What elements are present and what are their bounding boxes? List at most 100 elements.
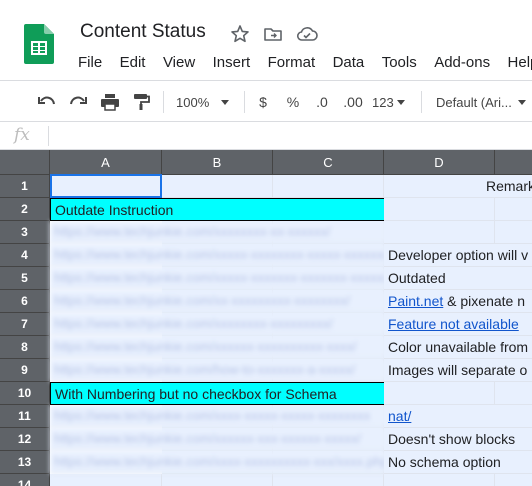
cell-a[interactable]: [50, 175, 162, 198]
row-header[interactable]: 4: [0, 244, 50, 267]
formula-input[interactable]: [54, 126, 524, 146]
font-select[interactable]: Default (Ari...: [436, 92, 532, 112]
fx-icon: fx: [14, 125, 30, 145]
star-icon[interactable]: [230, 24, 250, 44]
paint-format-icon[interactable]: [130, 92, 152, 112]
redo-icon[interactable]: [67, 92, 89, 112]
menu-insert[interactable]: Insert: [213, 54, 251, 71]
cloud-saved-icon[interactable]: [296, 24, 318, 44]
undo-icon[interactable]: [36, 92, 58, 112]
row-header[interactable]: 12: [0, 428, 50, 451]
column-header-d[interactable]: D: [384, 150, 495, 175]
cell-e[interactable]: [495, 221, 532, 244]
font-value: Default (Ari...: [436, 94, 512, 110]
cell-d[interactable]: Feature not available: [384, 313, 532, 336]
cell-a[interactable]: https://www.techjunkie.com/xxxx-xxxxx-xx…: [50, 405, 387, 428]
decrease-decimals-label: .0: [316, 94, 328, 110]
cell-d[interactable]: No schema option: [384, 451, 532, 474]
cell-d[interactable]: Images will separate o: [384, 359, 532, 382]
toolbar-separator: [421, 91, 422, 113]
cell-a[interactable]: https://www.techjunkie.com/xxxxxx-xxxxxx…: [50, 336, 387, 359]
chevron-down-icon: [396, 99, 405, 105]
cell-e[interactable]: [495, 382, 532, 405]
cell-b[interactable]: [162, 175, 273, 198]
cell-d[interactable]: Developer option will v: [384, 244, 532, 267]
row-header[interactable]: 6: [0, 290, 50, 313]
row-header[interactable]: 10: [0, 382, 50, 405]
cell-d[interactable]: Remarks: [384, 175, 532, 198]
cell-link[interactable]: Paint.net: [388, 293, 443, 309]
cell-text: & pixenate n: [443, 293, 525, 309]
cell-a[interactable]: https://www.techjunkie.com/xxxx-xxxxxxxx…: [50, 451, 387, 474]
column-header-c[interactable]: C: [273, 150, 384, 175]
currency-format-button[interactable]: $: [256, 92, 270, 112]
menu-edit[interactable]: Edit: [120, 54, 146, 71]
row-header[interactable]: 2: [0, 198, 50, 221]
row-header[interactable]: 7: [0, 313, 50, 336]
cell-link[interactable]: nat/: [388, 408, 411, 424]
toolbar: 100% $ % .0 .00 123 Default (Ari...: [0, 80, 532, 122]
spreadsheet-grid: ABCD1Remarks2Outdate Instruction3https:/…: [0, 150, 532, 486]
cell-a[interactable]: https://www.techjunkie.com/xxxxx-xxxxxxx…: [50, 244, 387, 267]
document-title[interactable]: Content Status: [80, 21, 206, 43]
cell-link[interactable]: Feature not available: [388, 316, 519, 332]
chevron-down-icon: [221, 99, 230, 105]
column-header-a[interactable]: A: [50, 150, 162, 175]
cell-d[interactable]: Doesn't show blocks: [384, 428, 532, 451]
print-icon[interactable]: [99, 92, 121, 112]
menu-add-ons[interactable]: Add-ons: [434, 54, 490, 71]
cell-a[interactable]: https://www.techjunkie.com/xx-xxxxxxxxx-…: [50, 290, 387, 313]
menu-data[interactable]: Data: [333, 54, 365, 71]
increase-decimals-label: .00: [343, 94, 363, 110]
menu-bar: File Edit View Insert Format Data Tools …: [78, 54, 532, 74]
row-header[interactable]: 5: [0, 267, 50, 290]
formula-bar: fx: [0, 122, 532, 150]
column-header-e[interactable]: [495, 150, 532, 175]
menu-file[interactable]: File: [78, 54, 102, 71]
cell-a[interactable]: Outdate Instruction: [50, 198, 385, 221]
cell-d[interactable]: [384, 382, 495, 405]
row-header[interactable]: 1: [0, 175, 50, 198]
menu-view[interactable]: View: [163, 54, 195, 71]
cell-a[interactable]: https://www.techjunkie.com/xxxxx-xxxxxxx…: [50, 267, 387, 290]
sheets-logo-icon[interactable]: [24, 24, 54, 64]
cell-d[interactable]: Outdated: [384, 267, 532, 290]
cell-d[interactable]: Paint.net & pixenate n: [384, 290, 532, 313]
cell-a[interactable]: With Numbering but no checkbox for Schem…: [50, 382, 385, 405]
cell-d[interactable]: Color unavailable from: [384, 336, 532, 359]
row-header[interactable]: 3: [0, 221, 50, 244]
cell-a[interactable]: https://www.techjunkie.com/xxxxxx-xxx-xx…: [50, 428, 387, 451]
row-header[interactable]: 8: [0, 336, 50, 359]
cell-e[interactable]: [495, 474, 532, 486]
cell-d[interactable]: [384, 198, 495, 221]
cell-d[interactable]: nat/: [384, 405, 532, 428]
title-bar: Content Status File Edit View Insert For…: [0, 0, 532, 80]
cell-a[interactable]: [50, 474, 162, 486]
cell-a[interactable]: https://www.techjunkie.com/xxxxxxxx-xx-x…: [50, 221, 387, 244]
row-header[interactable]: 11: [0, 405, 50, 428]
cell-c[interactable]: [273, 474, 384, 486]
zoom-value: 100%: [176, 94, 210, 110]
menu-tools[interactable]: Tools: [382, 54, 417, 71]
cell-b[interactable]: [162, 474, 273, 486]
cell-a[interactable]: https://www.techjunkie.com/how-to-xxxxxx…: [50, 359, 387, 382]
menu-help[interactable]: Help: [508, 54, 532, 71]
cell-a[interactable]: https://www.techjunkie.com/xxxxxxxx-xxxx…: [50, 313, 387, 336]
move-to-folder-icon[interactable]: [263, 24, 283, 44]
more-formats-select[interactable]: 123: [372, 92, 412, 112]
cell-d[interactable]: [384, 474, 495, 486]
row-header[interactable]: 14: [0, 474, 50, 486]
select-all-corner[interactable]: [0, 150, 50, 175]
cell-c[interactable]: [273, 175, 384, 198]
row-header[interactable]: 9: [0, 359, 50, 382]
cell-e[interactable]: [495, 198, 532, 221]
chevron-down-icon: [517, 99, 526, 105]
increase-decimals-button[interactable]: .00: [340, 92, 366, 112]
row-header[interactable]: 13: [0, 451, 50, 474]
decrease-decimals-button[interactable]: .0: [312, 92, 332, 112]
percent-format-button[interactable]: %: [286, 92, 300, 112]
cell-d[interactable]: [384, 221, 495, 244]
menu-format[interactable]: Format: [268, 54, 316, 71]
zoom-select[interactable]: 100%: [176, 92, 236, 112]
column-header-b[interactable]: B: [162, 150, 273, 175]
